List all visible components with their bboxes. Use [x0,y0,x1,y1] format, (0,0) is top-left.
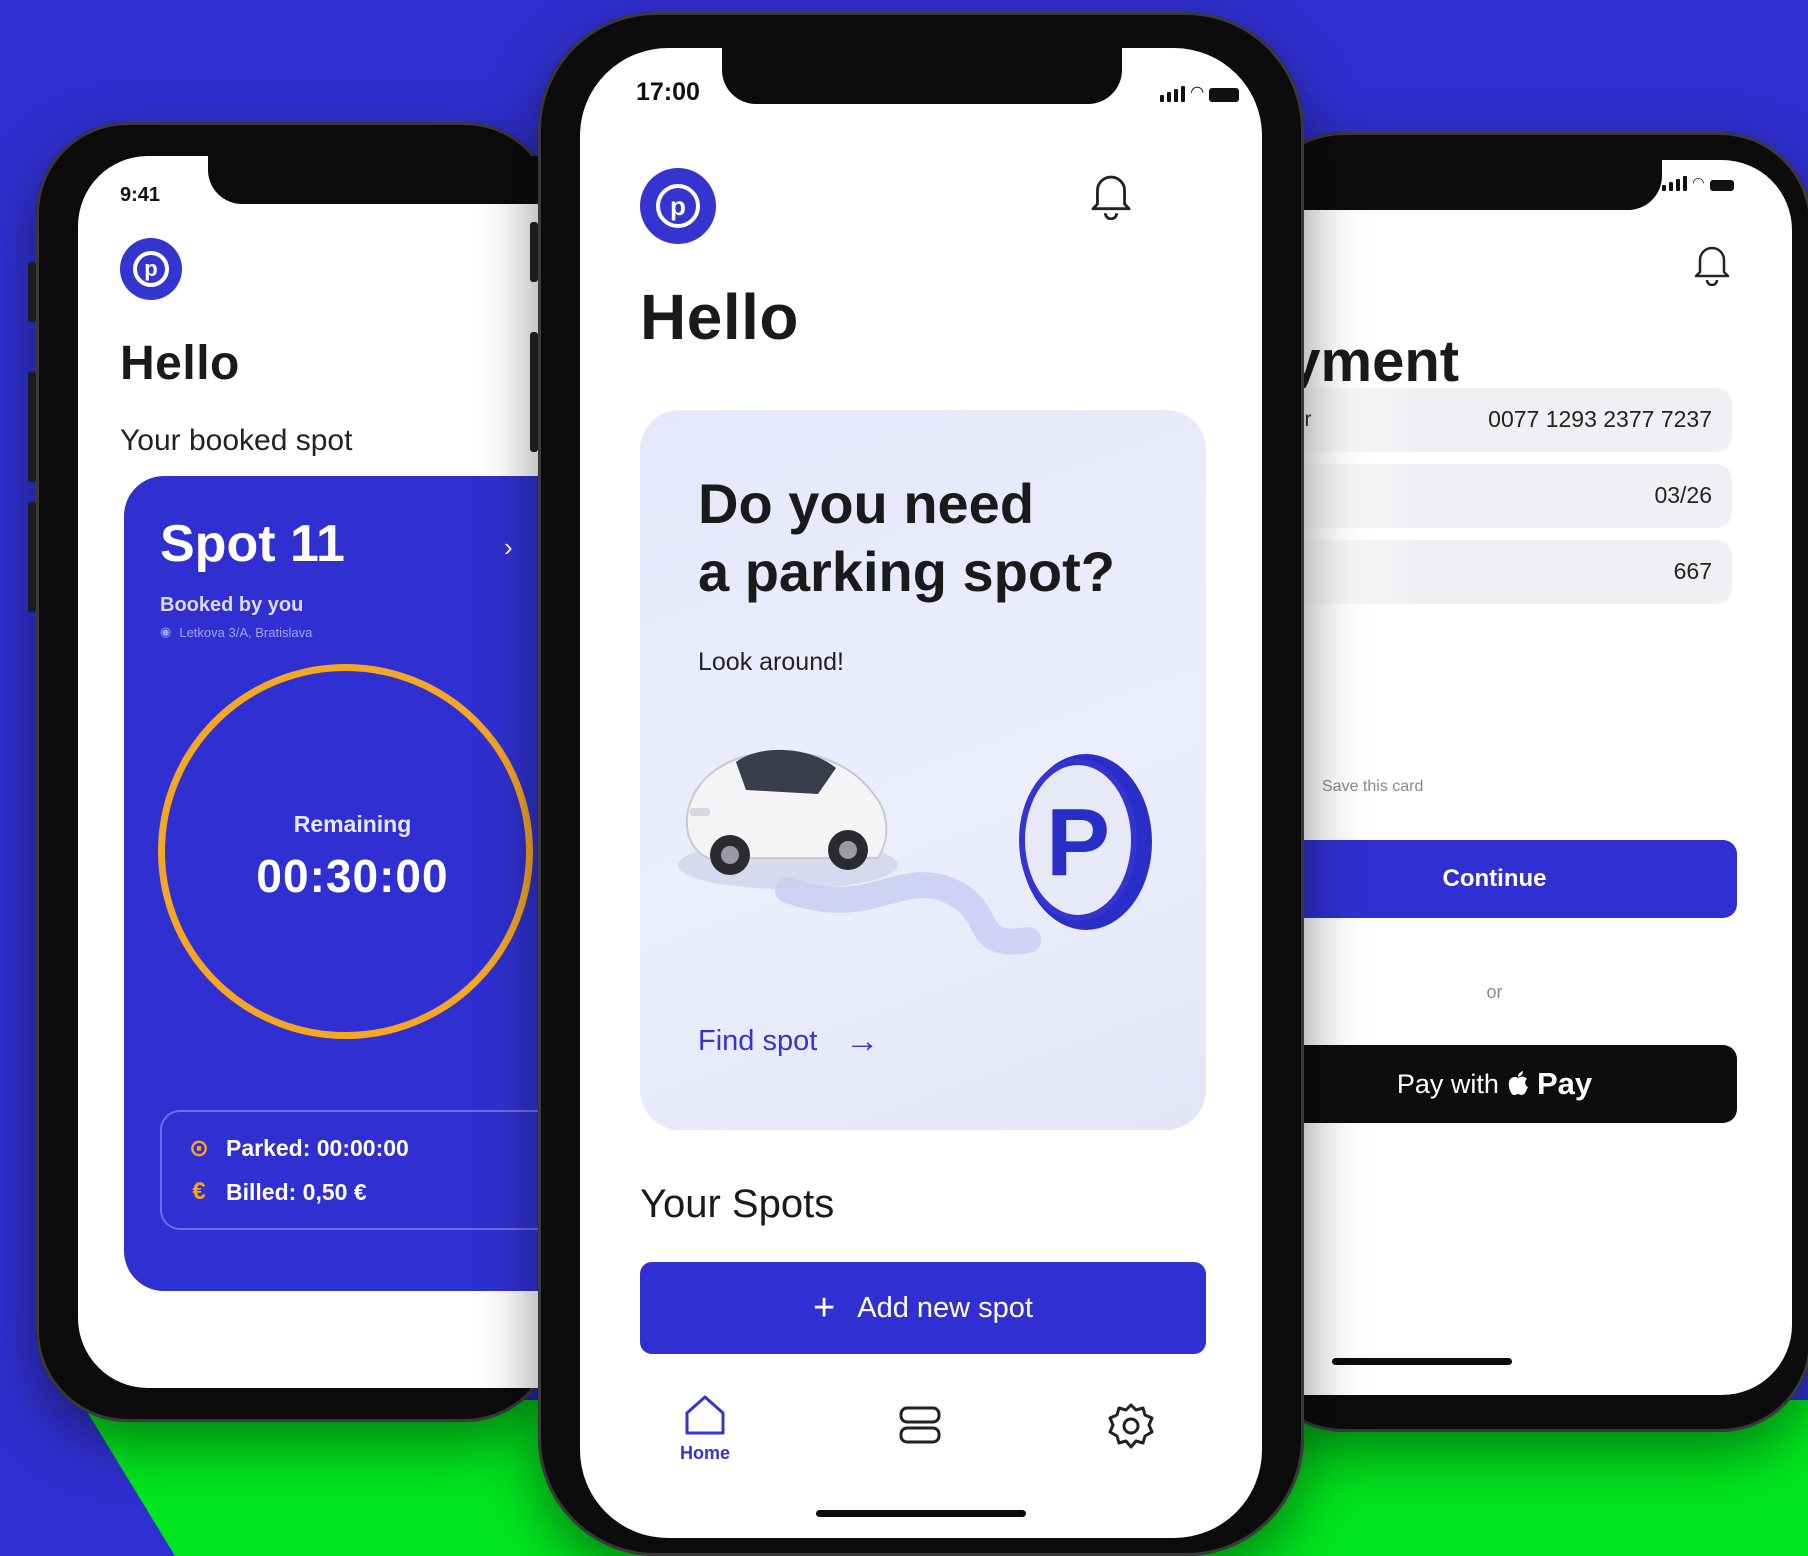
battery-icon [1709,180,1734,191]
location-pin-icon: ◉ [160,624,172,639]
greeting: Hello [640,281,799,353]
hero-subtitle: Look around! [698,648,844,676]
plus-icon: + [813,1286,836,1329]
car-image [678,749,898,889]
status-icons: ◠ [1160,82,1240,102]
tab-spots[interactable] [898,1405,942,1445]
find-spot-link[interactable]: Find spot → [698,1022,879,1061]
home-indicator [1332,1358,1512,1365]
parking-badge-icon: P [1019,754,1152,930]
apple-pay-prefix: Pay with [1396,1068,1499,1099]
hero-title-line1: Do you need [698,472,1035,535]
signal-icon [1662,176,1687,191]
hero-title: Do you need a parking spot? [698,470,1178,606]
bell-icon[interactable] [1088,168,1134,220]
notch [722,48,1122,104]
phone-home: 17:00 ◠ p Hello Do you need a parking sp… [530,12,1304,1556]
gear-icon [1108,1403,1154,1449]
phone-booked-spot: 9:41 p Hello Your booked spot Spot 11 › … [28,122,638,1422]
billed-row: € Billed: 0,50 € [186,1178,367,1206]
status-icons: ◠ [1662,174,1734,191]
status-time: 17:00 [636,78,700,106]
hero-title-line2: a parking spot? [698,540,1115,603]
greeting: Hello [120,337,240,390]
mute-switch [28,262,36,322]
expiry-value: 03/26 [1654,482,1712,508]
remaining-time: 00:30:00 [256,850,449,902]
billed-text: Billed: 0,50 € [226,1178,367,1205]
phone-payment: ◠ ayment umber 0077 1293 2377 7237 pires… [1252,132,1808,1432]
save-card-toggle-label[interactable]: Save this card [1322,778,1423,796]
card-number-field[interactable]: umber 0077 1293 2377 7237 [1252,388,1732,452]
section-title: Your booked spot [120,424,353,457]
find-parking-card[interactable]: Do you need a parking spot? Look around! [640,410,1206,1130]
list-icon [899,1406,941,1444]
continue-button[interactable]: Continue [1252,840,1737,918]
euro-icon: € [192,1178,206,1205]
battery-icon [1209,88,1240,102]
tab-home-label: Home [680,1443,731,1463]
booked-by-label: Booked by you [160,594,304,616]
apple-logo-icon [1508,1071,1528,1095]
home-screen: 17:00 ◠ p Hello Do you need a parking sp… [580,48,1262,1538]
address-text: Letkova 3/A, Bratislava [179,624,313,640]
bell-icon[interactable] [1692,240,1732,286]
card-number-value: 0077 1293 2377 7237 [1488,406,1712,432]
svg-text:P: P [1046,789,1110,896]
wifi-icon: ◠ [1693,174,1704,190]
check-circle-icon: ⊙ [188,1135,210,1162]
wifi-icon: ◠ [1191,84,1204,101]
add-new-spot-button[interactable]: + Add new spot [640,1262,1206,1354]
mute-switch [530,222,538,282]
remaining-label: Remaining [293,811,412,837]
home-indicator [816,1510,1026,1517]
cvv-field[interactable]: VV 667 [1252,540,1732,604]
volume-up-button [530,332,538,452]
apple-pay-button[interactable]: Pay with Pay [1252,1045,1737,1123]
cvv-value: 667 [1673,558,1712,584]
parking-logo-icon[interactable]: p [120,238,182,300]
volume-down-button [28,502,36,612]
car-parking-illustration: P [678,749,1152,955]
find-spot-label: Find spot [698,1025,818,1057]
notch [1252,160,1662,210]
expiry-field[interactable]: pires 03/26 [1252,464,1732,528]
volume-up-button [28,372,36,482]
tab-settings[interactable] [1106,1401,1156,1451]
payment-screen: ◠ ayment umber 0077 1293 2377 7237 pires… [1252,160,1792,1395]
parking-logo-icon[interactable]: p [640,168,716,244]
timer-ring: Remaining 00:30:00 [158,664,533,1039]
parked-text: Parked: 00:00:00 [226,1135,409,1161]
bottom-tab-bar: Home [580,1393,1262,1503]
home-icon [685,1395,725,1435]
add-new-spot-label: Add new spot [857,1291,1033,1324]
or-divider: or [1486,982,1503,1002]
arrow-right-icon: → [845,1022,880,1060]
status-time: 9:41 [120,184,161,206]
notch [208,156,568,204]
chevron-right-icon[interactable]: › [504,532,513,563]
your-spots-heading: Your Spots [640,1182,835,1226]
address-row: ◉ Letkova 3/A, Bratislava [160,624,312,640]
apple-pay-brand: Pay [1536,1066,1593,1101]
tab-home[interactable]: Home [680,1393,730,1464]
spot-name: Spot 11 [160,515,345,573]
parked-row: ⊙ Parked: 00:00:00 [186,1134,409,1163]
signal-icon [1160,86,1185,102]
